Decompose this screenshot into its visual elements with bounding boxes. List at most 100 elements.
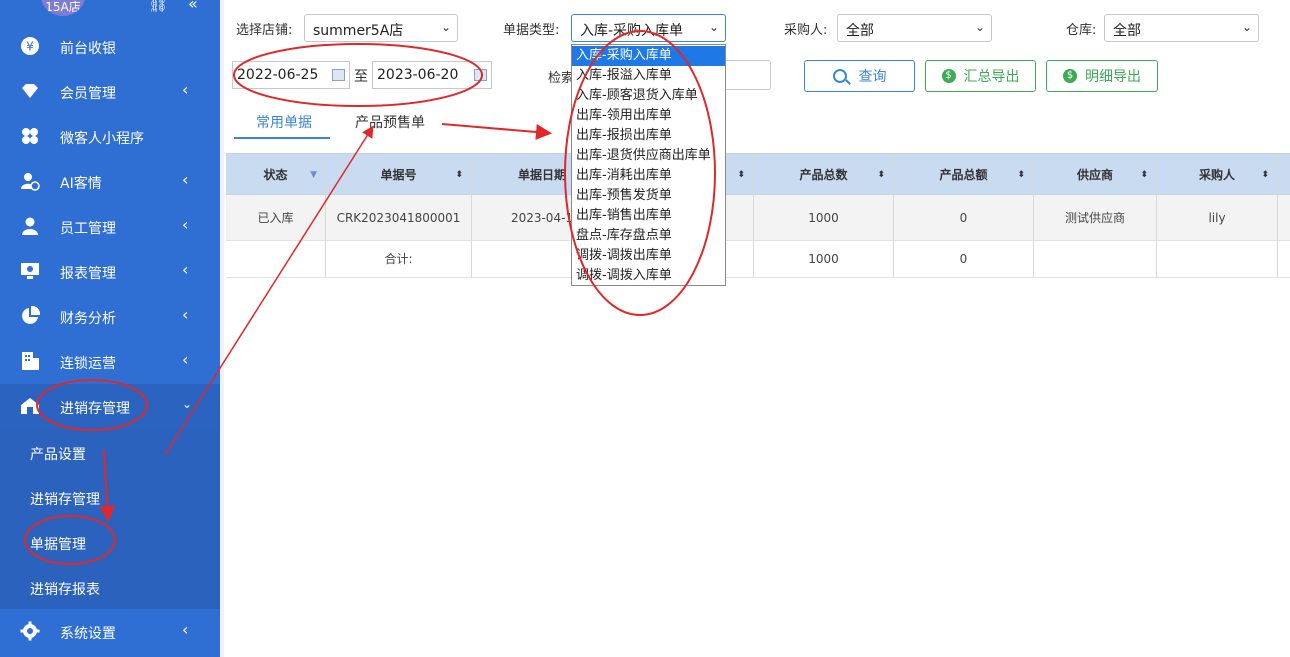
- menu-finance[interactable]: 财务分析 ‹: [0, 294, 220, 339]
- menu-system-settings[interactable]: 系统设置 ‹: [0, 609, 220, 654]
- dropdown-option[interactable]: 调拨-调拨入库单: [572, 266, 725, 286]
- menu-ai[interactable]: AI客情 ‹: [0, 159, 220, 204]
- query-button-label: 查询: [858, 69, 887, 85]
- chevron-down-icon: ⌄: [974, 20, 985, 34]
- header-label: 单据号: [380, 168, 417, 182]
- header-doc-no[interactable]: 单据号 ⬍: [326, 153, 472, 195]
- header-label: 产品总数: [799, 168, 848, 182]
- dropdown-option[interactable]: 出库-销售出库单: [572, 206, 725, 226]
- tab-common-docs[interactable]: 常用单据: [256, 112, 312, 132]
- menu-label: 财务分析: [60, 311, 116, 327]
- dropdown-option[interactable]: 盘点-库存盘点单: [572, 226, 725, 246]
- chevron-down-icon: ⌄: [182, 397, 193, 411]
- header-status[interactable]: 状态 ▼: [226, 153, 326, 195]
- yen-icon: ¥: [21, 37, 39, 55]
- warehouse-select[interactable]: 全部 ⌄: [1104, 14, 1259, 42]
- dropdown-option[interactable]: 调拨-调拨出库单: [572, 246, 725, 266]
- menu-front-cashier[interactable]: ¥ 前台收银: [0, 24, 220, 69]
- dropdown-option[interactable]: 入库-采购入库单: [572, 46, 725, 66]
- header-label: 供应商: [1076, 168, 1113, 182]
- dropdown-option[interactable]: 入库-顾客退货入库单: [572, 86, 725, 106]
- total-qty: 1000: [754, 241, 894, 278]
- header-label: 单据日期: [517, 168, 566, 182]
- sidebar: 15A店 ⛓ « ¥ 前台收银 会员管理 ‹ 微客人小程序 AI客情 ‹ 员工管…: [0, 0, 220, 657]
- dropdown-option[interactable]: 出库-预售发货单: [572, 186, 725, 206]
- menu-mini-program[interactable]: 微客人小程序: [0, 114, 220, 159]
- gear-icon: [20, 621, 40, 641]
- header-amount[interactable]: 产品总额 ⬍: [894, 153, 1034, 195]
- calendar-icon[interactable]: [332, 69, 345, 81]
- doc-type-dropdown-list: 入库-采购入库单 入库-报溢入库单 入库-顾客退货入库单 出库-领用出库单 出库…: [571, 44, 726, 286]
- store-badge[interactable]: 15A店: [40, 0, 86, 16]
- dropdown-option[interactable]: 出库-领用出库单: [572, 106, 725, 126]
- chevron-down-icon: ⌄: [440, 20, 451, 34]
- header-supplier[interactable]: 供应商 ⬍: [1034, 153, 1157, 195]
- pie-icon: [22, 306, 40, 324]
- detail-export-label: 明细导出: [1085, 69, 1141, 85]
- date-from-input[interactable]: 2022-06-25: [232, 61, 350, 89]
- summary-export-button[interactable]: $ 汇总导出: [925, 60, 1036, 92]
- header-qty[interactable]: 产品总数 ⬍: [754, 153, 894, 195]
- submenu-product-settings[interactable]: 产品设置: [30, 444, 86, 464]
- date-to-input[interactable]: 2023-06-20: [372, 61, 492, 89]
- sort-icon[interactable]: ⬍: [455, 154, 463, 196]
- cell-qty: 1000: [754, 195, 894, 241]
- query-button[interactable]: 查询: [804, 60, 915, 92]
- menu-inventory[interactable]: 进销存管理 ⌄: [0, 384, 220, 429]
- header-purchaser[interactable]: 采购人 ⬍: [1157, 153, 1278, 195]
- chevron-left-icon: ‹: [182, 170, 189, 189]
- chevron-left-icon: ‹: [182, 260, 189, 279]
- dropdown-option[interactable]: 出库-报损出库单: [572, 126, 725, 146]
- sort-icon[interactable]: ⬍: [1261, 154, 1269, 196]
- menu-label: 微客人小程序: [60, 131, 144, 147]
- menu-reports[interactable]: 报表管理 ‹: [0, 249, 220, 294]
- sort-down-icon[interactable]: ▼: [310, 154, 317, 196]
- menu-label: 前台收银: [60, 41, 116, 57]
- sort-icon[interactable]: ⬍: [877, 154, 885, 196]
- sort-icon[interactable]: ⬍: [1140, 154, 1148, 196]
- submenu-documents[interactable]: 单据管理: [30, 534, 86, 554]
- cell-empty: [1157, 241, 1278, 278]
- detail-export-button[interactable]: $ 明细导出: [1046, 60, 1158, 92]
- dropdown-option[interactable]: 出库-消耗出库单: [572, 166, 725, 186]
- main-content: 选择店铺: summer5A店 ⌄ 单据类型: 入库-采购入库单 ⌄ 采购人: …: [224, 0, 1290, 657]
- monitor-icon: [21, 263, 39, 279]
- warehouse-label: 仓库:: [1066, 23, 1097, 38]
- chevron-down-icon: ⌄: [1241, 20, 1252, 34]
- total-label: 合计:: [326, 241, 472, 278]
- user-icon: [22, 217, 38, 235]
- chevron-left-icon: ‹: [182, 80, 189, 99]
- submenu-inventory[interactable]: 进销存管理: [30, 489, 100, 509]
- cell-overflow: [1278, 195, 1290, 241]
- doc-type-select[interactable]: 入库-采购入库单 ⌄: [571, 14, 726, 42]
- calendar-icon[interactable]: [474, 69, 487, 81]
- link-icon[interactable]: ⛓: [148, 0, 168, 13]
- store-label: 选择店铺:: [236, 23, 293, 38]
- cell-empty: [1034, 241, 1157, 278]
- cell-doc-no[interactable]: CRK2023041800001: [326, 195, 472, 241]
- date-from-value: 2022-06-25: [237, 67, 319, 83]
- menu-label: 报表管理: [60, 266, 116, 282]
- cell-status: 已入库: [226, 195, 326, 241]
- person-check-icon: [21, 173, 40, 191]
- sort-icon[interactable]: ⬍: [1017, 154, 1025, 196]
- menu-staff[interactable]: 员工管理 ‹: [0, 204, 220, 249]
- search-input[interactable]: [724, 60, 771, 90]
- submenu-inventory-report[interactable]: 进销存报表: [30, 579, 100, 599]
- purchaser-select[interactable]: 全部 ⌄: [837, 14, 992, 42]
- diamond-icon: [22, 84, 38, 98]
- building-icon: [22, 352, 39, 370]
- chevron-down-icon: ⌄: [708, 20, 719, 34]
- dropdown-option[interactable]: 出库-退货供应商出库单: [572, 146, 725, 166]
- sort-icon[interactable]: ⬍: [737, 154, 745, 196]
- tab-presale-docs[interactable]: 产品预售单: [355, 112, 425, 132]
- search-icon: [832, 69, 847, 83]
- cell-empty: [1278, 241, 1290, 278]
- dropdown-option[interactable]: 入库-报溢入库单: [572, 66, 725, 86]
- menu-chain[interactable]: 连锁运营 ‹: [0, 339, 220, 384]
- header-overflow: [1278, 153, 1290, 195]
- store-select[interactable]: summer5A店 ⌄: [304, 14, 458, 42]
- collapse-icon[interactable]: «: [188, 0, 198, 13]
- header-label: 采购人: [1198, 168, 1235, 182]
- menu-member[interactable]: 会员管理 ‹: [0, 69, 220, 114]
